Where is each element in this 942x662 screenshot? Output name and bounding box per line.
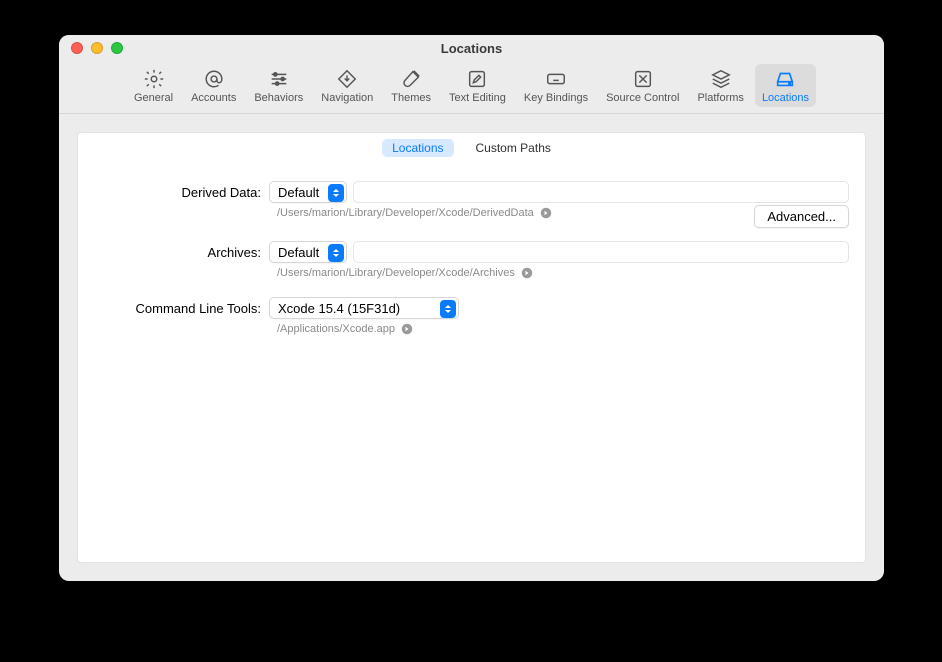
tab-navigation[interactable]: Navigation — [314, 64, 380, 107]
close-window-button[interactable] — [71, 42, 83, 54]
subtab-locations[interactable]: Locations — [382, 139, 453, 157]
command-line-tools-path-row: /Applications/Xcode.app — [94, 323, 849, 335]
tab-themes[interactable]: Themes — [384, 64, 438, 107]
sliders-icon — [268, 68, 290, 90]
derived-data-label: Derived Data: — [94, 185, 269, 200]
tab-label: Source Control — [606, 92, 679, 104]
tab-label: Text Editing — [449, 92, 506, 104]
content-panel: Locations Custom Paths Derived Data: Def… — [77, 132, 866, 563]
archives-path: /Users/marion/Library/Developer/Xcode/Ar… — [277, 267, 515, 279]
at-sign-icon — [203, 68, 225, 90]
reveal-in-finder-icon[interactable] — [540, 207, 552, 219]
derived-data-value: Default — [278, 185, 319, 200]
chevron-updown-icon — [328, 184, 344, 202]
archives-row: Archives: Default — [94, 241, 849, 263]
minimize-window-button[interactable] — [91, 42, 103, 54]
command-line-tools-label: Command Line Tools: — [94, 301, 269, 316]
archives-path-row: /Users/marion/Library/Developer/Xcode/Ar… — [94, 267, 849, 279]
tab-locations[interactable]: Locations — [755, 64, 816, 107]
layers-icon — [710, 68, 732, 90]
derived-data-path: /Users/marion/Library/Developer/Xcode/De… — [277, 207, 534, 219]
derived-data-select[interactable]: Default — [269, 181, 347, 203]
tab-accounts[interactable]: Accounts — [184, 64, 243, 107]
chevron-updown-icon — [328, 244, 344, 262]
tab-key-bindings[interactable]: Key Bindings — [517, 64, 595, 107]
tab-label: Locations — [762, 92, 809, 104]
command-line-tools-value: Xcode 15.4 (15F31d) — [278, 301, 400, 316]
tab-label: Accounts — [191, 92, 236, 104]
navigation-icon — [336, 68, 358, 90]
text-edit-icon — [466, 68, 488, 90]
keyboard-icon — [545, 68, 567, 90]
command-line-tools-path: /Applications/Xcode.app — [277, 323, 395, 335]
chevron-updown-icon — [440, 300, 456, 318]
tab-label: Navigation — [321, 92, 373, 104]
derived-data-path-row: /Users/marion/Library/Developer/Xcode/De… — [94, 207, 849, 219]
source-control-icon — [632, 68, 654, 90]
window-title: Locations — [441, 41, 502, 56]
tab-label: Themes — [391, 92, 431, 104]
zoom-window-button[interactable] — [111, 42, 123, 54]
derived-data-custom-path-field[interactable] — [353, 181, 849, 203]
tab-label: Key Bindings — [524, 92, 588, 104]
drive-icon — [774, 68, 796, 90]
traffic-lights — [71, 42, 123, 54]
tab-label: General — [134, 92, 173, 104]
tab-label: Platforms — [697, 92, 743, 104]
advanced-button[interactable]: Advanced... — [754, 205, 849, 228]
command-line-tools-row: Command Line Tools: Xcode 15.4 (15F31d) — [94, 297, 849, 319]
reveal-in-finder-icon[interactable] — [401, 323, 413, 335]
paintbrush-icon — [400, 68, 422, 90]
reveal-in-finder-icon[interactable] — [521, 267, 533, 279]
gear-icon — [143, 68, 165, 90]
archives-select[interactable]: Default — [269, 241, 347, 263]
command-line-tools-select[interactable]: Xcode 15.4 (15F31d) — [269, 297, 459, 319]
tab-label: Behaviors — [254, 92, 303, 104]
tab-text-editing[interactable]: Text Editing — [442, 64, 513, 107]
archives-custom-path-field[interactable] — [353, 241, 849, 263]
tab-source-control[interactable]: Source Control — [599, 64, 686, 107]
tab-general[interactable]: General — [127, 64, 180, 107]
derived-data-row: Derived Data: Default — [94, 181, 849, 203]
preferences-window: Locations General Accounts Behaviors Nav… — [59, 35, 884, 581]
locations-form: Derived Data: Default /Users/marion/Libr… — [78, 163, 865, 349]
subtab-bar: Locations Custom Paths — [78, 133, 865, 163]
subtab-custom-paths[interactable]: Custom Paths — [466, 139, 561, 157]
tab-platforms[interactable]: Platforms — [690, 64, 750, 107]
preferences-toolbar: General Accounts Behaviors Navigation Th… — [59, 62, 884, 114]
archives-value: Default — [278, 245, 319, 260]
tab-behaviors[interactable]: Behaviors — [247, 64, 310, 107]
titlebar: Locations — [59, 35, 884, 62]
archives-label: Archives: — [94, 245, 269, 260]
